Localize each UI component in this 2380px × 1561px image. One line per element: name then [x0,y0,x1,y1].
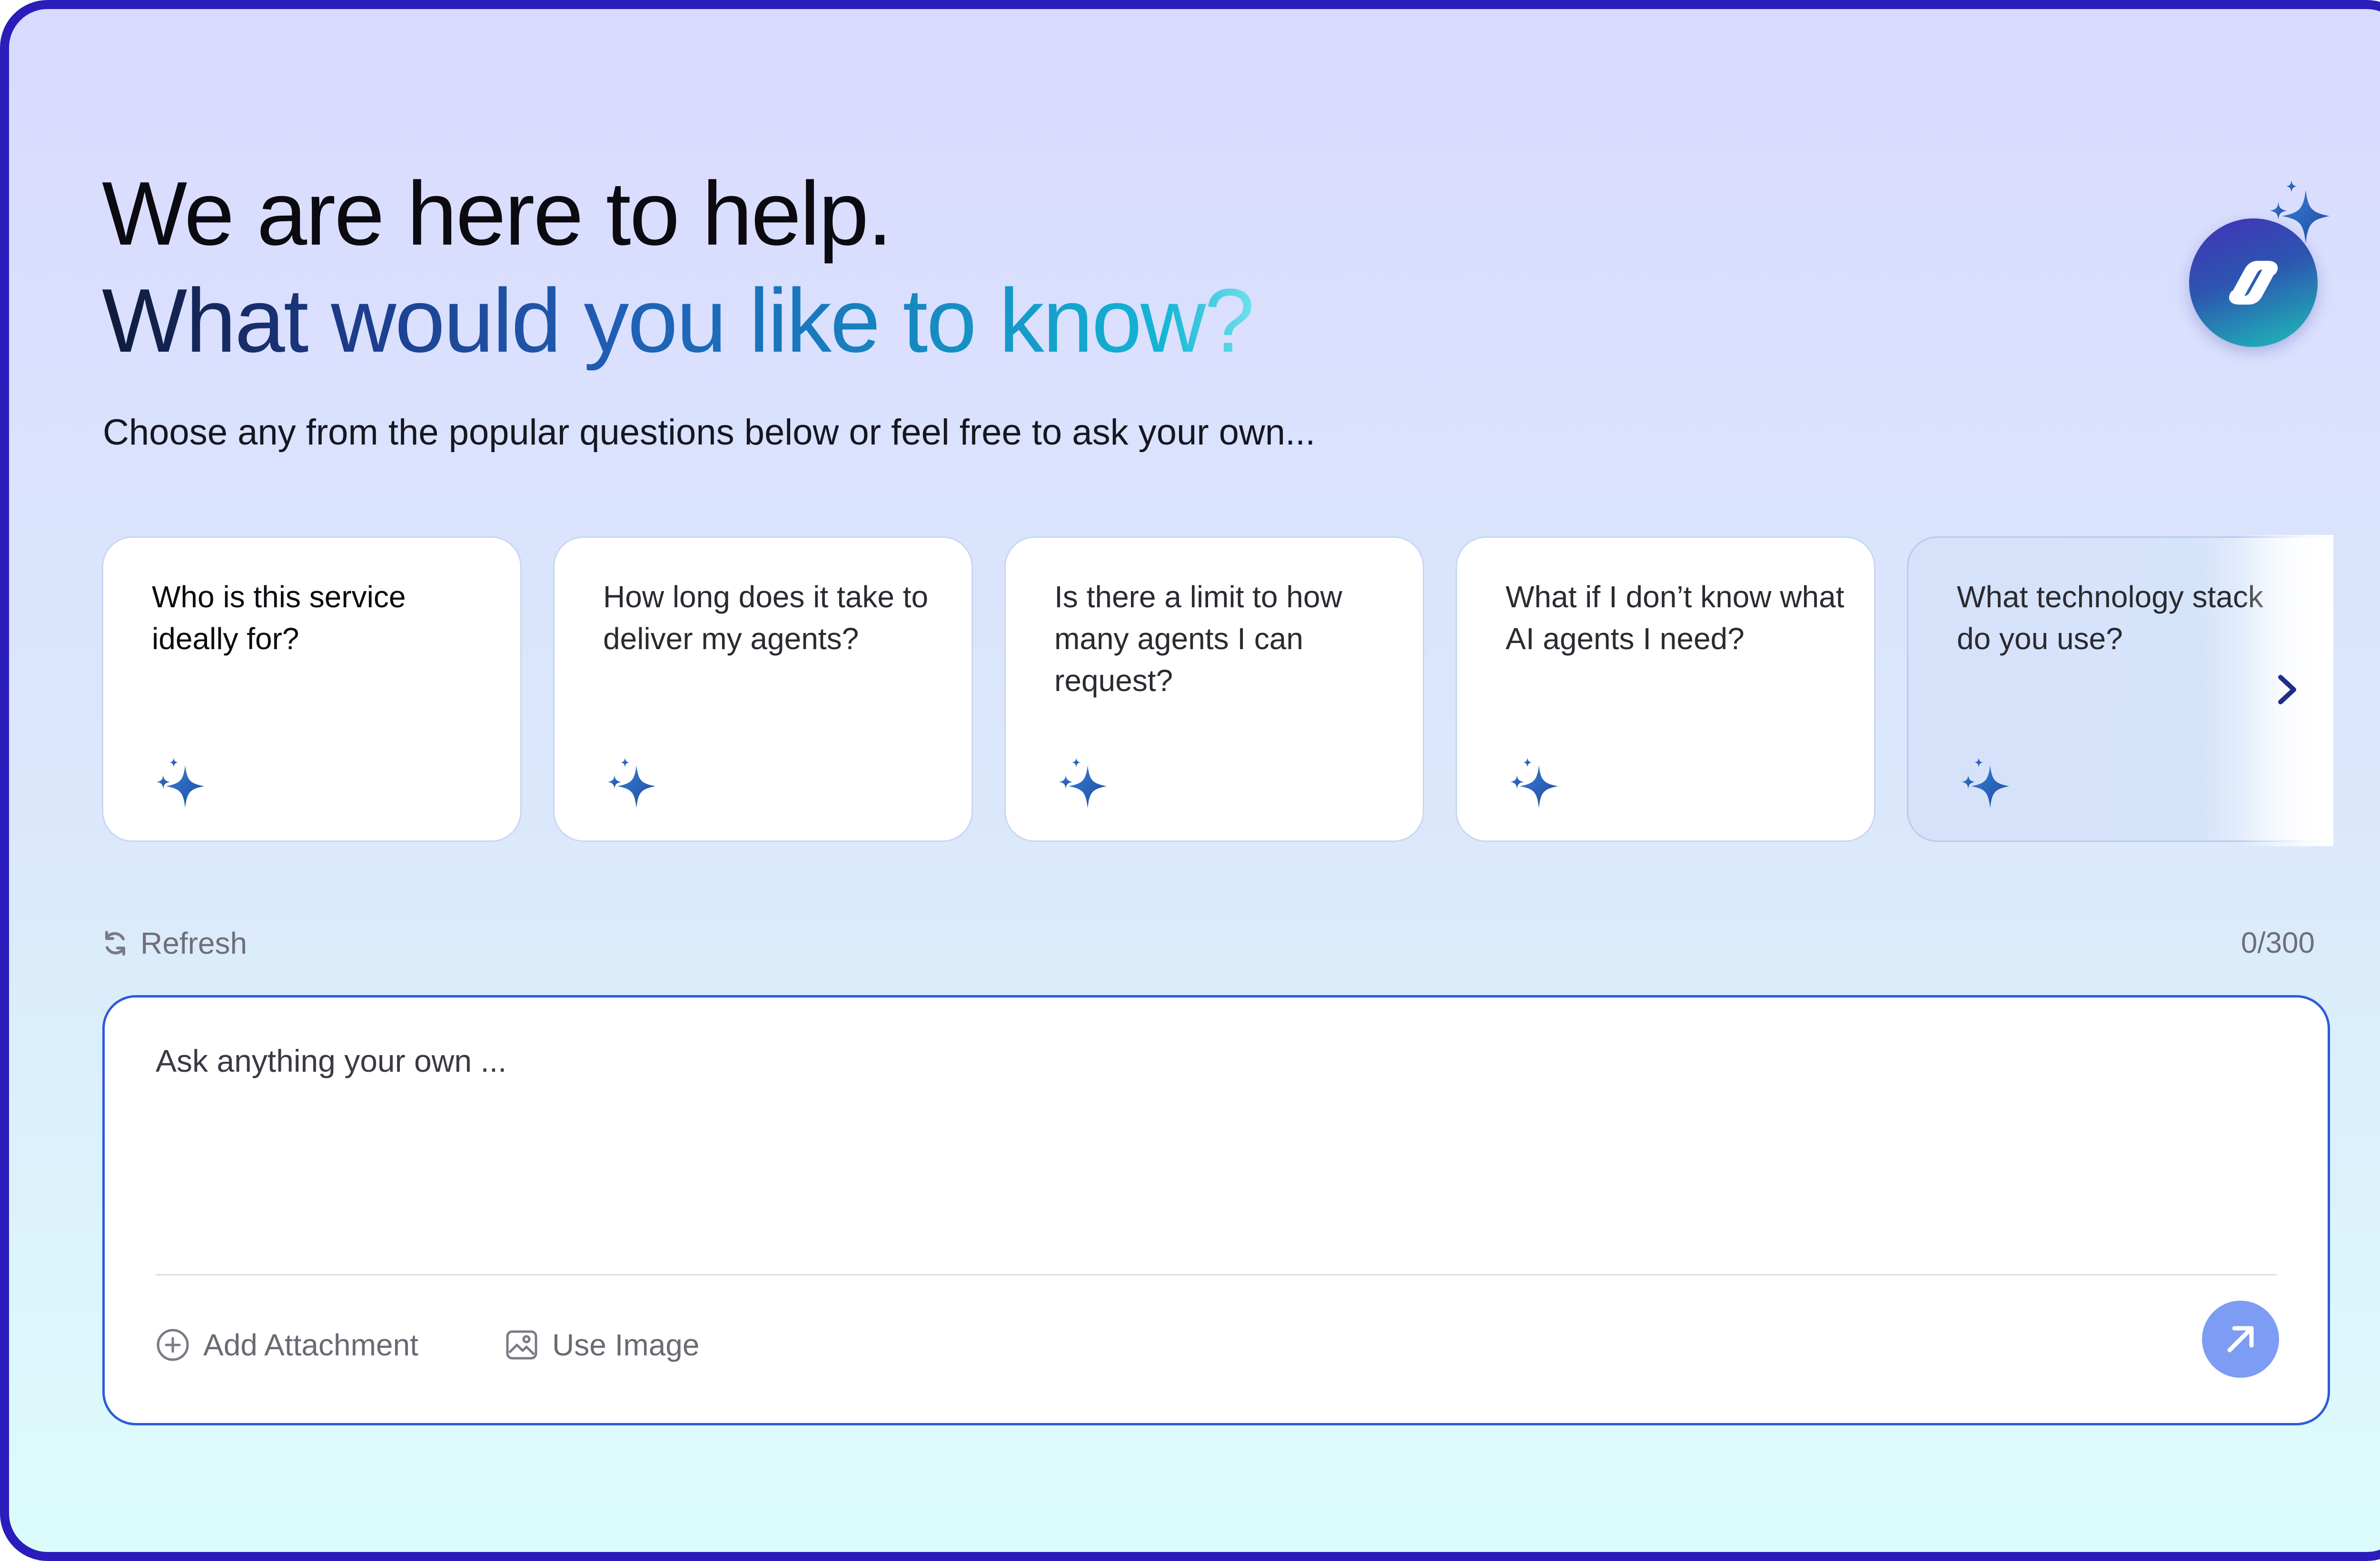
sparkle-icon [2263,178,2334,249]
suggestion-text: Is there a limit to how many agents I ca… [1054,580,1342,698]
send-button[interactable] [2202,1301,2279,1378]
heading-line-2: What would you like to know? [102,264,1255,378]
sparkle-icon [1053,756,1111,813]
sparkle-icon [1956,756,2013,813]
image-icon [506,1330,537,1360]
arrow-up-right-icon [2227,1326,2254,1353]
heading-line-1: We are here to help. [102,163,892,264]
suggestion-text: How long does it take to deliver my agen… [603,580,929,656]
refresh-icon [105,931,125,956]
suggestion-card-1[interactable]: Who is this service ideally for? [102,536,522,842]
suggestion-text: What if I don’t know what AI agents I ne… [1506,580,1844,656]
sparkle-icon [1505,756,1562,813]
char-counter: 0/300 [2241,927,2315,959]
add-attachment-label: Add Attachment [203,1328,418,1362]
chevron-right-icon[interactable] [2270,671,2303,709]
suggestion-card-3[interactable]: Is there a limit to how many agents I ca… [1004,536,1424,842]
suggestion-card-4[interactable]: What if I don’t know what AI agents I ne… [1456,536,1875,842]
page-subtitle: Choose any from the popular questions be… [103,412,1316,453]
add-attachment-button[interactable]: Add Attachment [156,1321,418,1369]
use-image-label: Use Image [552,1328,700,1362]
suggestion-text: Who is this service ideally for? [152,580,406,656]
suggestion-card-2[interactable]: How long does it take to deliver my agen… [553,536,973,842]
ask-input-box[interactable]: Ask anything your own ... Add Attachment… [102,995,2330,1425]
assistant-panel: We are here to help. What would you like… [0,0,2380,1561]
refresh-button[interactable]: Refresh [100,922,247,965]
refresh-label: Refresh [140,926,248,960]
plus-circle-icon [157,1329,189,1361]
divider [156,1274,2277,1275]
use-image-button[interactable]: Use Image [505,1321,699,1369]
suggestion-card-5[interactable]: What technology stack do you use? [1907,535,2333,846]
ask-input[interactable]: Ask anything your own ... [156,1039,506,1082]
sparkle-icon [151,756,208,813]
sparkle-icon [602,756,659,813]
